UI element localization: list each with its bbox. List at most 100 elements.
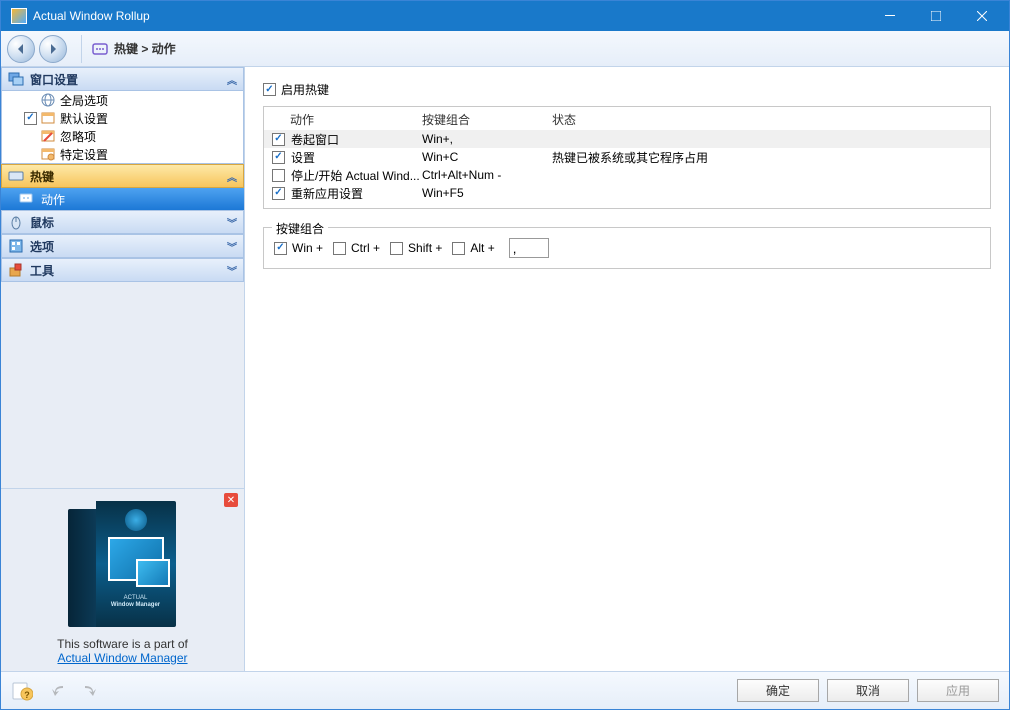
action-icon (19, 191, 35, 207)
col-action: 动作 (272, 111, 422, 128)
titlebar: Actual Window Rollup (1, 1, 1009, 31)
cell-combo: Win+C (422, 150, 552, 164)
grid-row[interactable]: 设置 Win+C 热键已被系统或其它程序占用 (264, 148, 990, 166)
section-label: 工具 (30, 262, 54, 279)
maximize-button[interactable] (913, 1, 959, 31)
cell-status: 热键已被系统或其它程序占用 (552, 149, 982, 166)
chevron-up-icon: ︽ (227, 72, 237, 87)
toolbar: 热键 > 动作 (1, 31, 1009, 67)
section-label: 热键 (30, 168, 54, 185)
cell-combo: Win+, (422, 132, 552, 146)
nav-list: 窗口设置 ︽ 全局选项 默认设置 (1, 67, 244, 488)
section-label: 选项 (30, 238, 54, 255)
section-tools[interactable]: 工具 ︾ (1, 258, 244, 282)
tree-checkbox[interactable] (24, 112, 37, 125)
promo-panel: ✕ ACTUALWindow Manager This software is … (1, 488, 244, 671)
app-icon (11, 8, 27, 24)
alt-modifier[interactable]: Alt + (452, 241, 494, 255)
enable-hotkeys-row[interactable]: 启用热键 (263, 81, 991, 98)
close-promo-button[interactable]: ✕ (224, 493, 238, 507)
cancel-button[interactable]: 取消 (827, 679, 909, 702)
window-title: Actual Window Rollup (33, 9, 867, 23)
nav-forward-button[interactable] (39, 35, 67, 63)
section-window-settings-body: 全局选项 默认设置 忽略项 特定设置 (1, 91, 244, 164)
ctrl-modifier[interactable]: Ctrl + (333, 241, 380, 255)
subitem-actions[interactable]: 动作 (1, 188, 244, 210)
key-input[interactable] (509, 238, 549, 258)
shift-checkbox[interactable] (390, 242, 403, 255)
ok-button[interactable]: 确定 (737, 679, 819, 702)
row-checkbox[interactable] (272, 169, 285, 182)
specific-icon (40, 146, 56, 162)
options-icon (8, 238, 24, 254)
body: 窗口设置 ︽ 全局选项 默认设置 (1, 67, 1009, 671)
globe-icon (40, 92, 56, 108)
grid-row[interactable]: 重新应用设置 Win+F5 (264, 184, 990, 202)
sidebar: 窗口设置 ︽ 全局选项 默认设置 (1, 67, 245, 671)
window-settings-icon (8, 71, 24, 87)
help-icon[interactable]: ? (11, 680, 33, 702)
window-icon (40, 110, 56, 126)
row-checkbox[interactable] (272, 133, 285, 146)
chevron-down-icon: ︾ (227, 263, 237, 278)
hotkey-icon (92, 41, 108, 57)
undo-button[interactable] (49, 682, 71, 700)
breadcrumb: 热键 > 动作 (92, 40, 176, 57)
tree-item-specific[interactable]: 特定设置 (2, 145, 243, 163)
grid-header: 动作 按键组合 状态 (264, 109, 990, 130)
app-window: Actual Window Rollup 热键 > 动作 窗口设置 ︽ (0, 0, 1010, 710)
section-label: 鼠标 (30, 214, 54, 231)
tree-label: 忽略项 (60, 128, 96, 145)
col-combo: 按键组合 (422, 111, 552, 128)
section-label: 窗口设置 (30, 71, 78, 88)
alt-checkbox[interactable] (452, 242, 465, 255)
subitem-label: 动作 (41, 191, 65, 208)
cell-action: 设置 (291, 149, 422, 166)
section-window-settings[interactable]: 窗口设置 ︽ (1, 67, 244, 91)
promo-link[interactable]: Actual Window Manager (57, 651, 187, 665)
mouse-icon (8, 214, 24, 230)
content-area: 启用热键 动作 按键组合 状态 卷起窗口 Win+, 设置 Win+C (245, 67, 1009, 671)
cell-action: 重新应用设置 (291, 185, 422, 202)
grid-row[interactable]: 停止/开始 Actual Wind... Ctrl+Alt+Num - (264, 166, 990, 184)
keycombo-fieldset: 按键组合 Win + Ctrl + Shift + Alt + (263, 227, 991, 269)
footer: ? 确定 取消 应用 (1, 671, 1009, 709)
tools-icon (8, 262, 24, 278)
section-hotkeys[interactable]: 热键 ︽ (1, 164, 244, 188)
promo-text: This software is a part of (7, 637, 238, 651)
tree-item-ignore[interactable]: 忽略项 (2, 127, 243, 145)
cell-combo: Ctrl+Alt+Num - (422, 168, 552, 182)
keyboard-icon (8, 168, 24, 184)
row-checkbox[interactable] (272, 187, 285, 200)
enable-hotkeys-label: 启用热键 (281, 81, 329, 98)
apply-button[interactable]: 应用 (917, 679, 999, 702)
col-status: 状态 (552, 111, 982, 128)
win-modifier[interactable]: Win + (274, 241, 323, 255)
breadcrumb-text: 热键 > 动作 (114, 40, 176, 57)
grid-row[interactable]: 卷起窗口 Win+, (264, 130, 990, 148)
tree-item-global[interactable]: 全局选项 (2, 91, 243, 109)
tree-label: 全局选项 (60, 92, 108, 109)
chevron-down-icon: ︾ (227, 239, 237, 254)
enable-hotkeys-checkbox[interactable] (263, 83, 276, 96)
svg-text:?: ? (24, 690, 30, 700)
product-boxart: ACTUALWindow Manager (68, 501, 178, 631)
win-checkbox[interactable] (274, 242, 287, 255)
ignore-icon (40, 128, 56, 144)
shift-modifier[interactable]: Shift + (390, 241, 442, 255)
close-button[interactable] (959, 1, 1005, 31)
tree-item-default[interactable]: 默认设置 (2, 109, 243, 127)
cell-action: 卷起窗口 (291, 131, 422, 148)
cell-action: 停止/开始 Actual Wind... (291, 167, 422, 184)
minimize-button[interactable] (867, 1, 913, 31)
tree-label: 默认设置 (60, 110, 108, 127)
keycombo-legend: 按键组合 (272, 220, 328, 237)
ctrl-checkbox[interactable] (333, 242, 346, 255)
tree-label: 特定设置 (60, 146, 108, 163)
toolbar-separator (81, 35, 82, 63)
redo-button[interactable] (77, 682, 99, 700)
section-options[interactable]: 选项 ︾ (1, 234, 244, 258)
row-checkbox[interactable] (272, 151, 285, 164)
nav-back-button[interactable] (7, 35, 35, 63)
section-mouse[interactable]: 鼠标 ︾ (1, 210, 244, 234)
